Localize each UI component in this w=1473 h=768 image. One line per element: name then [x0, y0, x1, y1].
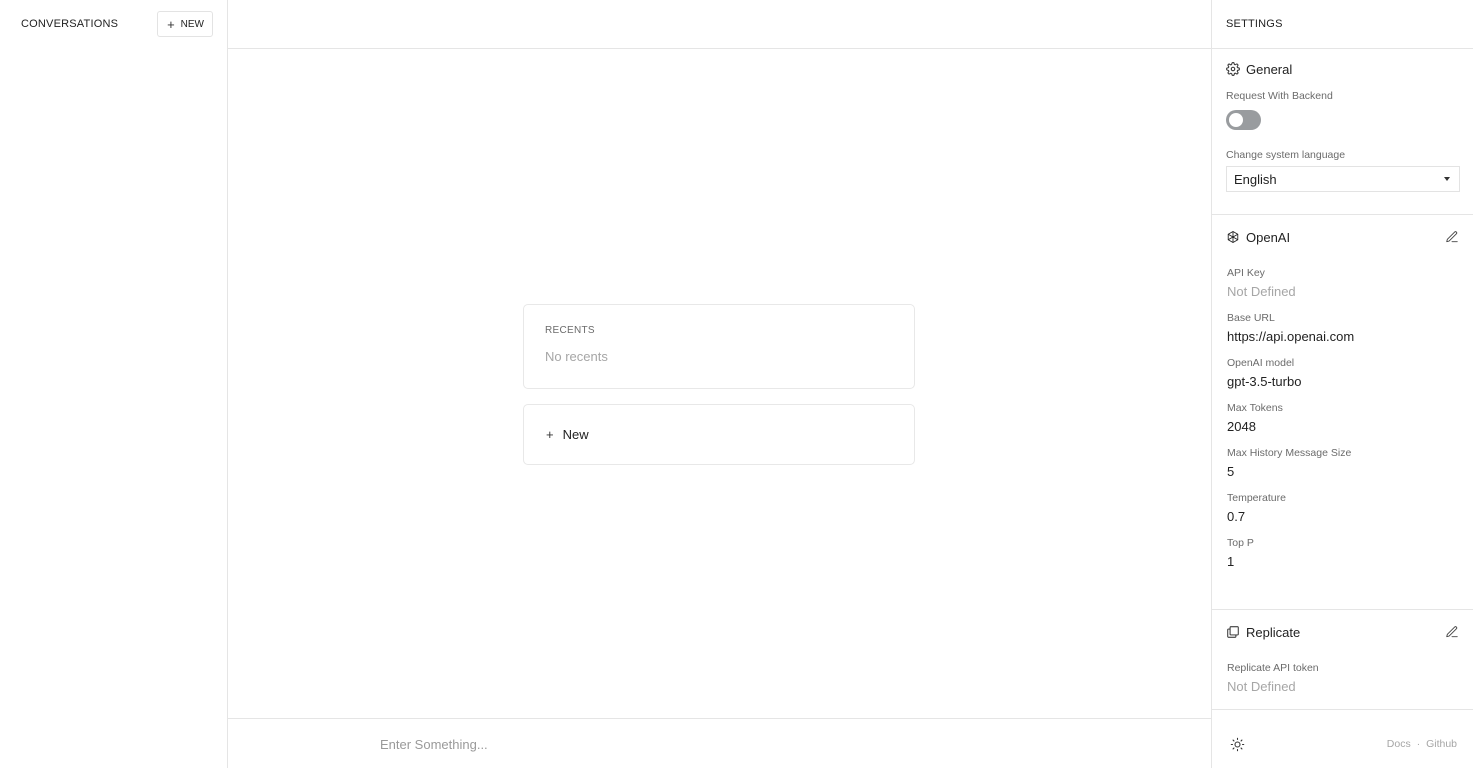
new-conversation-label: NEW: [180, 18, 204, 30]
openai-section: OpenAI API Key Not Defined Base URL http…: [1212, 215, 1473, 610]
toggle-knob: [1229, 113, 1243, 127]
openai-title: OpenAI: [1246, 229, 1291, 245]
new-conversation-button[interactable]: + NEW: [157, 11, 213, 37]
new-chat-label: New: [562, 427, 589, 442]
general-header: General: [1226, 60, 1459, 78]
general-title: General: [1246, 61, 1293, 77]
recents-title: RECENTS: [545, 325, 595, 336]
gear-icon: [1226, 62, 1240, 76]
openai-field-temperature: Temperature 0.7: [1226, 492, 1459, 524]
conversations-sidebar: CONVERSATIONS + NEW: [0, 0, 228, 768]
field-value: gpt-3.5-turbo: [1227, 374, 1302, 389]
replicate-header: Replicate: [1226, 613, 1459, 651]
field-label: OpenAI model: [1227, 357, 1295, 369]
field-label: API Key: [1227, 267, 1265, 279]
chat-input-bar: [228, 718, 1211, 768]
openai-header: OpenAI: [1226, 218, 1459, 256]
docs-link[interactable]: Docs: [1387, 738, 1411, 750]
field-label: Max Tokens: [1227, 402, 1283, 414]
field-label: Base URL: [1227, 312, 1275, 324]
footer-separator: ·: [1416, 738, 1421, 750]
replicate-section: Replicate Replicate API token Not Define…: [1212, 610, 1473, 710]
field-label: Replicate API token: [1227, 662, 1319, 674]
settings-footer: Docs · Github: [1212, 728, 1473, 760]
field-label: Top P: [1227, 537, 1254, 549]
sun-icon[interactable]: [1230, 737, 1245, 752]
conversations-title: CONVERSATIONS: [21, 18, 119, 30]
field-value: 1: [1227, 554, 1235, 569]
chat-input[interactable]: [380, 733, 1080, 755]
plus-icon: +: [546, 427, 554, 442]
openai-logo-icon: [1226, 230, 1240, 244]
github-link[interactable]: Github: [1426, 738, 1457, 750]
language-select[interactable]: English: [1226, 166, 1460, 192]
conversations-header: CONVERSATIONS + NEW: [0, 0, 227, 48]
openai-fields: API Key Not Defined Base URL https://api…: [1226, 267, 1459, 569]
field-value: 0.7: [1227, 509, 1246, 524]
openai-field-max-history: Max History Message Size 5: [1226, 447, 1459, 479]
backend-toggle[interactable]: [1226, 110, 1261, 130]
replicate-field-token: Replicate API token Not Defined: [1226, 662, 1459, 694]
field-label: Temperature: [1227, 492, 1286, 504]
edit-icon[interactable]: [1445, 230, 1459, 244]
openai-field-model: OpenAI model gpt-3.5-turbo: [1226, 357, 1459, 389]
general-section: General Request With Backend Change syst…: [1212, 49, 1473, 215]
openai-field-top-p: Top P 1: [1226, 537, 1459, 569]
language-label: Change system language: [1226, 149, 1346, 161]
field-label: Max History Message Size: [1227, 447, 1352, 459]
openai-field-api-key: API Key Not Defined: [1226, 267, 1459, 299]
recents-card: RECENTS No recents: [523, 304, 915, 389]
field-value: 5: [1227, 464, 1235, 479]
language-select-value: English: [1234, 171, 1277, 187]
field-value: 2048: [1227, 419, 1256, 434]
settings-header: SETTINGS: [1212, 0, 1473, 49]
settings-panel: SETTINGS General Request With Backend Ch…: [1211, 0, 1473, 768]
main-area: RECENTS No recents + New: [228, 0, 1211, 768]
field-value: Not Defined: [1227, 679, 1296, 694]
edit-icon[interactable]: [1445, 625, 1459, 639]
openai-field-base-url: Base URL https://api.openai.com: [1226, 312, 1459, 344]
settings-title: SETTINGS: [1226, 18, 1283, 30]
recents-empty-text: No recents: [545, 349, 608, 364]
app-window: CONVERSATIONS + NEW RECENTS No recents +…: [0, 0, 1473, 768]
plus-icon: +: [167, 16, 175, 32]
main-topbar: [228, 0, 1211, 49]
footer-links: Docs · Github: [1387, 738, 1457, 750]
field-value: Not Defined: [1227, 284, 1296, 299]
replicate-title: Replicate: [1246, 624, 1301, 640]
backend-label: Request With Backend: [1226, 90, 1333, 102]
replicate-icon: [1226, 625, 1240, 639]
field-value: https://api.openai.com: [1227, 329, 1355, 344]
openai-field-max-tokens: Max Tokens 2048: [1226, 402, 1459, 434]
caret-down-icon: [1444, 177, 1450, 181]
new-chat-card[interactable]: + New: [523, 404, 915, 465]
